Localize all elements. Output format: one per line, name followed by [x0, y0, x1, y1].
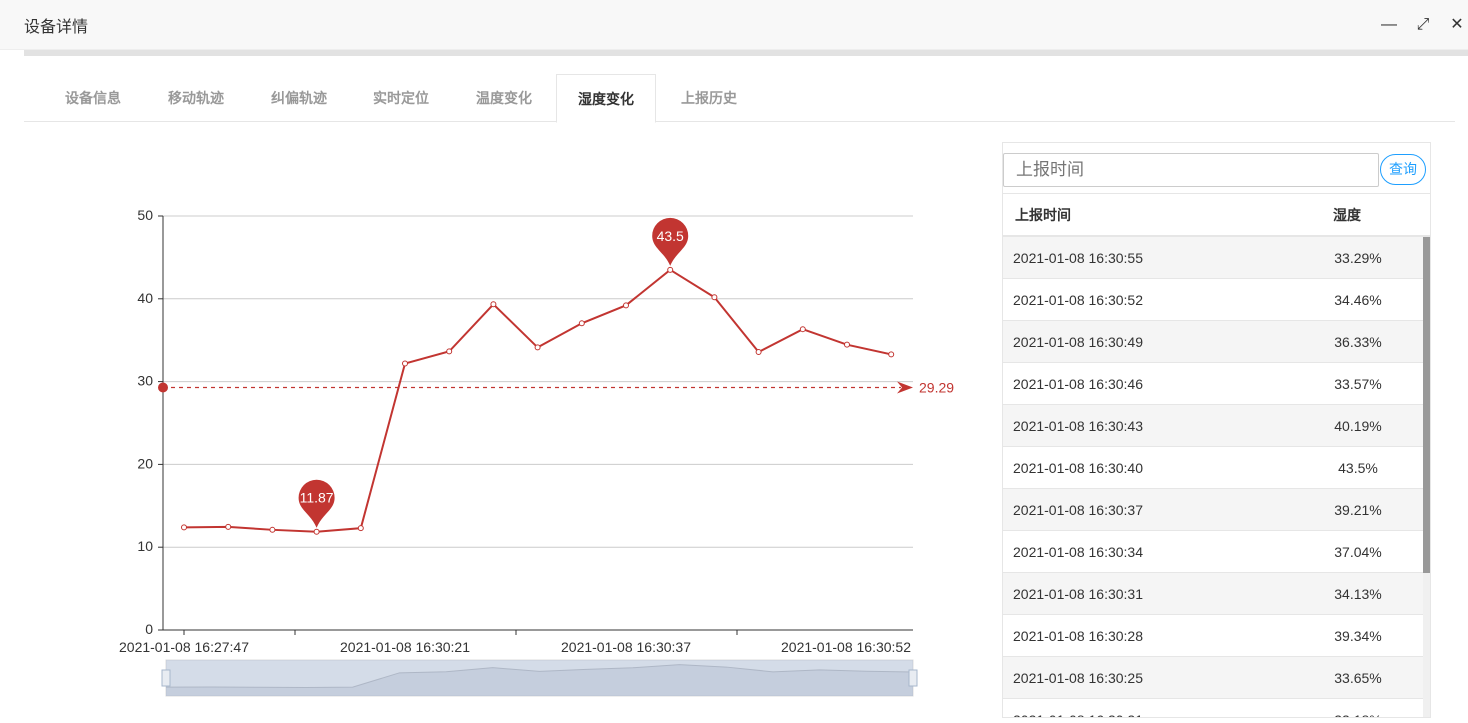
y-tick-label: 10 — [137, 538, 153, 554]
scrollbar-thumb[interactable] — [1423, 237, 1430, 573]
row-humidity: 33.65% — [1334, 670, 1382, 686]
row-time: 2021-01-08 16:30:25 — [1013, 670, 1143, 686]
table-row[interactable]: 2021-01-08 16:30:52 34.46% — [1003, 279, 1423, 321]
data-point[interactable] — [711, 294, 718, 301]
row-time: 2021-01-08 16:30:49 — [1013, 334, 1143, 350]
row-humidity: 39.21% — [1334, 502, 1382, 518]
table-row[interactable]: 2021-01-08 16:30:34 37.04% — [1003, 531, 1423, 573]
data-point[interactable] — [269, 526, 276, 533]
row-time: 2021-01-08 16:30:46 — [1013, 376, 1143, 392]
table-header: 上报时间 湿度 — [1003, 193, 1430, 237]
tab-humidity[interactable]: 湿度变化 — [556, 74, 656, 123]
y-tick-label: 50 — [137, 207, 153, 223]
data-point[interactable] — [623, 302, 629, 309]
tab-report-history[interactable]: 上报历史 — [658, 74, 760, 122]
data-point[interactable] — [534, 344, 541, 351]
humidity-chart: 0 10 20 30 40 50 2021-01-08 16:27:47 2021-01-08… — [24, 130, 984, 718]
tab-corrected-track[interactable]: 纠偏轨迹 — [248, 74, 350, 122]
maximize-icon[interactable]: ⤢ — [1412, 14, 1434, 36]
data-point[interactable] — [225, 523, 232, 530]
row-humidity: 43.5% — [1338, 460, 1378, 476]
x-tick-label: 2021-01-08 16:27:47 — [119, 639, 249, 655]
table-row[interactable]: 2021-01-08 16:30:46 33.57% — [1003, 363, 1423, 405]
average-label: 29.29 — [919, 379, 954, 395]
row-time: 2021-01-08 16:30:31 — [1013, 586, 1143, 602]
data-point[interactable] — [446, 348, 453, 355]
row-humidity: 37.04% — [1334, 544, 1382, 560]
window-controls: — ⤢ ✕ — [1378, 14, 1468, 36]
header-report-time: 上报时间 — [1015, 207, 1071, 223]
y-tick-label: 30 — [137, 373, 153, 389]
window-titlebar: 设备详情 — ⤢ ✕ — [0, 0, 1468, 50]
minimize-icon[interactable]: — — [1378, 14, 1400, 36]
data-point[interactable] — [667, 266, 674, 273]
table-body: 2021-01-08 16:30:55 33.29% 2021-01-08 16:3… — [1003, 237, 1423, 717]
y-tick-label: 40 — [137, 290, 153, 306]
tab-temperature[interactable]: 温度变化 — [453, 74, 555, 122]
table-row[interactable]: 2021-01-08 16:30:21 32.18% — [1003, 699, 1423, 717]
average-start-dot — [158, 382, 168, 393]
table-row[interactable]: 2021-01-08 16:30:37 39.21% — [1003, 489, 1423, 531]
tab-bar: 设备信息 移动轨迹 纠偏轨迹 实时定位 温度变化 湿度变化 上报历史 — [24, 74, 1455, 123]
data-point[interactable] — [402, 360, 408, 367]
data-point[interactable] — [844, 341, 850, 348]
header-divider — [24, 50, 1468, 56]
query-button[interactable]: 查询 — [1380, 154, 1426, 185]
data-point[interactable] — [755, 349, 762, 356]
y-tick-label: 0 — [145, 621, 153, 637]
row-humidity: 32.18% — [1303, 699, 1413, 717]
header-humidity: 湿度 — [1333, 207, 1361, 223]
x-tick-label: 2021-01-08 16:30:37 — [561, 639, 691, 655]
table-scrollbar[interactable] — [1423, 237, 1430, 717]
x-tick-label: 2021-01-08 16:30:21 — [340, 639, 470, 655]
window-title: 设备详情 — [24, 19, 89, 36]
row-time: 2021-01-08 16:30:37 — [1013, 502, 1143, 518]
close-icon[interactable]: ✕ — [1446, 14, 1468, 36]
min-marker-label: 11.87 — [300, 490, 334, 506]
datazoom-left-handle[interactable] — [161, 669, 171, 687]
row-time: 2021-01-08 16:30:43 — [1013, 418, 1143, 434]
history-panel: 查询 上报时间 湿度 2021-01-08 16:30:5533.29%2021… — [1002, 142, 1431, 718]
table-row[interactable]: 2021-01-08 16:30:49 36.33% — [1003, 321, 1423, 363]
data-point[interactable] — [888, 351, 895, 358]
table-row[interactable]: 2021-01-08 16:30:25 33.65% — [1003, 657, 1423, 699]
row-time: 2021-01-08 16:30:52 — [1013, 292, 1143, 308]
x-tick-label: 2021-01-08 16:30:52 — [781, 639, 911, 655]
table-row[interactable]: 2021-01-08 16:30:43 40.19% — [1003, 405, 1423, 447]
tab-movement-track[interactable]: 移动轨迹 — [145, 74, 247, 122]
row-humidity: 39.34% — [1334, 628, 1382, 644]
data-point[interactable] — [799, 326, 806, 333]
row-time: 2021-01-08 16:30:40 — [1013, 460, 1143, 476]
tab-device-info[interactable]: 设备信息 — [40, 74, 146, 122]
row-humidity: 33.57% — [1334, 376, 1382, 392]
datazoom-right-handle[interactable] — [908, 669, 918, 687]
data-point[interactable] — [181, 524, 187, 531]
data-point[interactable] — [490, 301, 497, 308]
row-humidity: 34.13% — [1334, 586, 1382, 602]
tab-realtime-location[interactable]: 实时定位 — [350, 74, 452, 122]
report-time-input[interactable] — [1003, 153, 1379, 187]
row-time: 2021-01-08 16:30:28 — [1013, 628, 1143, 644]
row-humidity: 36.33% — [1334, 334, 1382, 350]
y-tick-label: 20 — [137, 455, 153, 471]
row-time: 2021-01-08 16:30:55 — [1013, 250, 1143, 266]
row-time: 2021-01-08 16:30:21 — [1013, 699, 1143, 717]
humidity-series-line — [183, 268, 892, 533]
data-point[interactable] — [578, 320, 585, 327]
data-point[interactable] — [313, 528, 320, 535]
table-row[interactable]: 2021-01-08 16:30:40 43.5% — [1003, 447, 1423, 489]
humidity-chart-svg: 0 10 20 30 40 50 2021-01-08 16:27:47 2021-01-08… — [119, 207, 954, 697]
table-row[interactable]: 2021-01-08 16:30:28 39.34% — [1003, 615, 1423, 657]
row-humidity: 33.29% — [1334, 250, 1382, 266]
max-marker-label: 43.5 — [657, 228, 684, 244]
row-time: 2021-01-08 16:30:34 — [1013, 544, 1143, 560]
row-humidity: 40.19% — [1334, 418, 1382, 434]
table-row[interactable]: 2021-01-08 16:30:31 34.13% — [1003, 573, 1423, 615]
data-point[interactable] — [357, 525, 364, 532]
row-humidity: 34.46% — [1334, 292, 1382, 308]
table-row[interactable]: 2021-01-08 16:30:55 33.29% — [1003, 237, 1423, 279]
